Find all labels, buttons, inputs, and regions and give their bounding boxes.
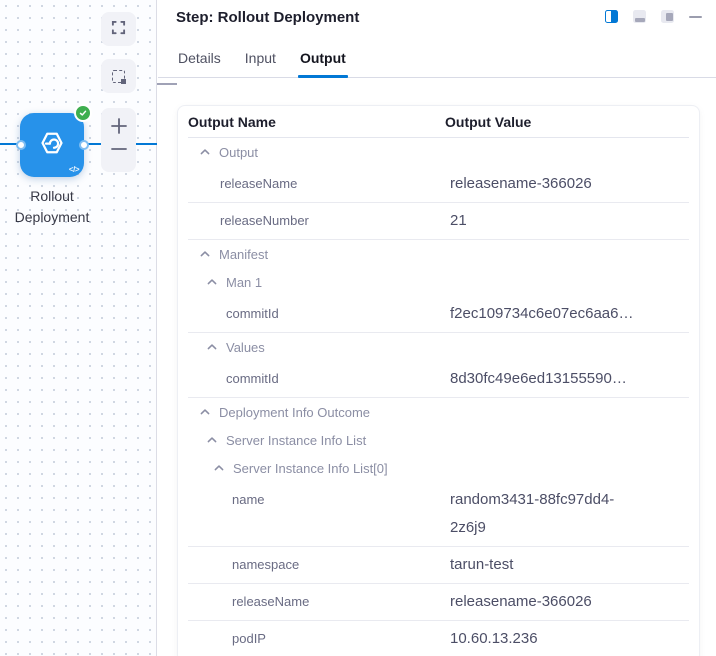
pipeline-canvas[interactable]: </> Rollout Deployment	[0, 0, 157, 656]
panel-layout-controls	[605, 10, 702, 23]
table-header-row: Output Name Output Value	[188, 106, 689, 138]
code-expression-icon: </>	[69, 165, 79, 174]
marquee-select-button[interactable]	[101, 59, 136, 93]
table-row: commitIdf2ec109734c6e07ec6aa6…	[188, 296, 689, 333]
group-row[interactable]: Output	[188, 138, 689, 166]
output-value: releasename-366026	[445, 588, 640, 616]
group-row[interactable]: Server Instance Info List[0]	[188, 454, 689, 482]
panel-resize-handle[interactable]	[157, 83, 177, 85]
panel-title: Step: Rollout Deployment	[176, 9, 359, 26]
output-value: 8d30fc49e6ed13155590…	[445, 365, 640, 393]
chevron-up-icon	[206, 276, 218, 288]
output-value: 10.60.13.236	[445, 625, 640, 653]
output-key: releaseName	[188, 588, 445, 616]
output-value: 21	[445, 207, 640, 235]
group-row[interactable]: Values	[188, 333, 689, 361]
success-check-badge	[74, 104, 92, 122]
output-key: namespace	[188, 551, 445, 579]
table-row: podIP10.60.13.236	[188, 621, 689, 656]
table-row: releaseNamereleasename-366026	[188, 584, 689, 621]
group-row[interactable]: Deployment Info Outcome	[188, 398, 689, 426]
group-row[interactable]: Server Instance Info List	[188, 426, 689, 454]
chevron-up-icon	[206, 341, 218, 353]
group-row[interactable]: Man 1	[188, 268, 689, 296]
minimize-panel-icon[interactable]	[689, 16, 702, 18]
column-header-output-value: Output Value	[445, 114, 531, 130]
output-table-card: Output Name Output Value Output releaseNa…	[177, 105, 700, 656]
fit-to-screen-button[interactable]	[101, 12, 136, 46]
tab-details[interactable]: Details	[176, 40, 223, 77]
output-value: f2ec109734c6e07ec6aa6…	[445, 300, 640, 328]
step-node-rollout-deployment[interactable]: </>	[20, 113, 84, 177]
table-row: commitId8d30fc49e6ed13155590…	[188, 361, 689, 398]
app: </> Rollout Deployment	[0, 0, 716, 656]
output-key: name	[188, 486, 445, 542]
chevron-up-icon	[206, 434, 218, 446]
zoom-out-button[interactable]	[110, 140, 128, 163]
layout-right-panel-icon[interactable]	[661, 10, 674, 23]
group-row[interactable]: Manifest	[188, 240, 689, 268]
expand-corners-icon	[111, 20, 126, 38]
step-details-panel: Step: Rollout Deployment Details Input O…	[158, 0, 716, 656]
table-row: namerandom3431-88fc97dd4-2z6j9	[188, 482, 689, 547]
table-row: namespacetarun-test	[188, 547, 689, 584]
panel-header: Step: Rollout Deployment	[158, 0, 716, 40]
output-key: releaseName	[188, 170, 445, 198]
group-label: Server Instance Info List[0]	[233, 461, 388, 476]
chevron-up-icon	[199, 146, 211, 158]
chevron-up-icon	[213, 462, 225, 474]
argo-rollouts-icon	[37, 128, 67, 163]
table-row: releaseNamereleasename-366026	[188, 166, 689, 203]
chevron-up-icon	[199, 248, 211, 260]
output-key: commitId	[188, 300, 445, 328]
output-table-body: OutputreleaseNamereleasename-366026relea…	[178, 138, 699, 656]
group-label: Values	[226, 340, 265, 355]
column-header-output-name: Output Name	[188, 114, 445, 130]
output-key: releaseNumber	[188, 207, 445, 235]
group-label: Server Instance Info List	[226, 433, 366, 448]
tab-output[interactable]: Output	[298, 40, 348, 77]
output-value: tarun-test	[445, 551, 640, 579]
group-label: Deployment Info Outcome	[219, 405, 370, 420]
zoom-controls	[101, 108, 136, 172]
group-label: Manifest	[219, 247, 268, 262]
node-output-port[interactable]	[79, 140, 89, 150]
output-value: releasename-366026	[445, 170, 640, 198]
zoom-in-button[interactable]	[110, 117, 128, 140]
node-input-port[interactable]	[16, 140, 26, 150]
output-key: podIP	[188, 625, 445, 653]
tab-bar: Details Input Output	[158, 40, 716, 78]
chevron-up-icon	[199, 406, 211, 418]
group-label: Man 1	[226, 275, 262, 290]
group-label: Output	[219, 145, 258, 160]
marquee-select-icon	[112, 70, 125, 83]
tab-input[interactable]: Input	[243, 40, 278, 77]
layout-bottom-panel-icon[interactable]	[633, 10, 646, 23]
table-row: releaseNumber21	[188, 203, 689, 240]
node-label: Rollout Deployment	[7, 186, 97, 228]
output-value: random3431-88fc97dd4-2z6j9	[445, 486, 640, 542]
layout-split-view-icon[interactable]	[605, 10, 618, 23]
output-key: commitId	[188, 365, 445, 393]
